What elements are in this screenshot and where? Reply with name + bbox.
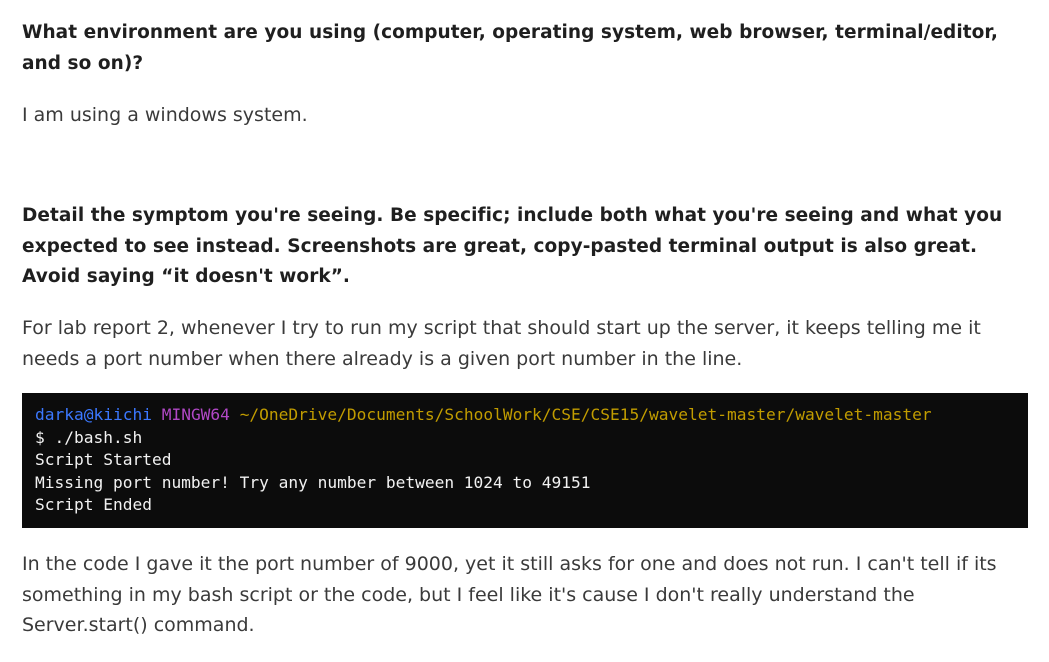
terminal-command: $ ./bash.sh <box>35 427 143 447</box>
terminal-system: MINGW64 <box>161 405 230 424</box>
terminal-screenshot: darka@kiichi MINGW64 ~/OneDrive/Document… <box>22 393 1028 528</box>
followup-paragraph: In the code I gave it the port number of… <box>22 553 997 636</box>
environment-question: What environment are you using (computer… <box>22 22 998 74</box>
terminal-user-host: darka@kiichi <box>35 405 152 424</box>
terminal-output-line: Script Started <box>35 450 172 469</box>
terminal-path: ~/OneDrive/Documents/SchoolWork/CSE/CSE1… <box>239 405 932 424</box>
environment-answer: I am using a windows system. <box>22 104 308 126</box>
symptom-answer: For lab report 2, whenever I try to run … <box>22 317 981 370</box>
terminal-output-line: Script Ended <box>35 495 152 514</box>
symptom-question: Detail the symptom you're seeing. Be spe… <box>22 205 1003 287</box>
terminal-output-line: Missing port number! Try any number betw… <box>35 472 591 492</box>
